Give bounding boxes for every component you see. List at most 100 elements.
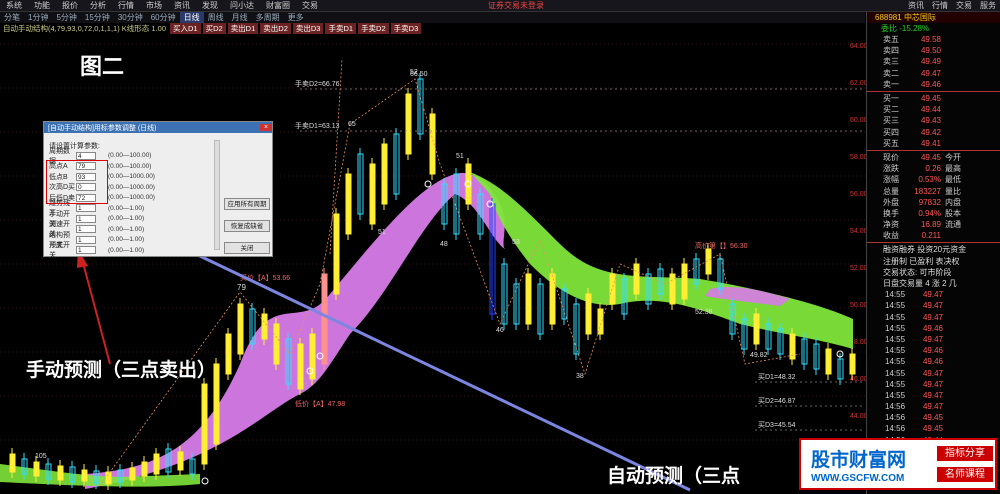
period-tab-6[interactable]: 日线 xyxy=(179,12,204,23)
quote-label2: 流通 xyxy=(945,220,961,230)
bid-row: 买一 49.45 xyxy=(867,93,1000,104)
period-tab-0[interactable]: 分笔 xyxy=(0,12,24,23)
quote-label: 涨跌 xyxy=(883,164,899,174)
menu-right-item-0[interactable]: 资讯 xyxy=(904,0,928,11)
period-tab-2[interactable]: 5分钟 xyxy=(52,12,80,23)
level-label: 手卖D1=63.13 xyxy=(295,121,340,130)
param-range: (0.00—100.00) xyxy=(108,162,152,170)
menu-item-9[interactable]: 财富圈 xyxy=(260,0,296,11)
signal-marker xyxy=(424,180,432,188)
tick-row: 14:55 49.47 xyxy=(867,289,1000,300)
close-icon[interactable]: × xyxy=(260,124,272,131)
price-point-label: 38 xyxy=(576,373,584,380)
restore-default-button[interactable]: 恢复成缺省 xyxy=(224,220,270,232)
tick-time: 14:55 xyxy=(885,334,906,344)
candle-body xyxy=(33,461,40,477)
price-point-label: 46 xyxy=(496,327,504,334)
tick-row: 14:55 49.47 xyxy=(867,334,1000,345)
dialog-titlebar[interactable]: [自动手动结构]用标参数调整 (日线) × xyxy=(44,122,272,133)
menu-item-1[interactable]: 功能 xyxy=(28,0,56,11)
peak-label: 52 xyxy=(410,69,418,76)
candle-body xyxy=(177,451,184,471)
menu-item-2[interactable]: 报价 xyxy=(56,0,84,11)
candle-body xyxy=(9,453,16,473)
note-text: 交易状态: 可市阶段 xyxy=(883,267,952,277)
period-tab-10[interactable]: 更多 xyxy=(284,12,308,23)
menu-item-5[interactable]: 市场 xyxy=(140,0,168,11)
ask-label: 卖一 xyxy=(883,79,899,89)
period-tab-1[interactable]: 1分钟 xyxy=(24,12,52,23)
tick-row: 14:56 49.45 xyxy=(867,423,1000,434)
period-tab-9[interactable]: 多周期 xyxy=(252,12,284,23)
signal-tag: 手卖D2 xyxy=(358,23,389,34)
param-row: 周期数据 4 (0.00—100.00) xyxy=(49,148,151,165)
menu-item-3[interactable]: 分析 xyxy=(84,0,112,11)
ask-price: 49.47 xyxy=(920,68,941,78)
menu-item-10[interactable]: 交易 xyxy=(296,0,324,11)
tick-price: 49.47 xyxy=(922,379,943,389)
price-point-label: 53 xyxy=(512,239,520,246)
menu-item-8[interactable]: 问小达 xyxy=(224,0,260,11)
menu-item-6[interactable]: 资讯 xyxy=(168,0,196,11)
param-input[interactable]: 1 xyxy=(76,214,96,223)
ask-row: 卖二 49.47 xyxy=(867,68,1000,79)
quote-label2: 股本 xyxy=(945,208,961,218)
badge-indicator-share: 指标分享 xyxy=(937,446,993,461)
param-range: (0.00—1.00) xyxy=(108,236,145,243)
login-notice: 证券交易未登录 xyxy=(488,1,544,10)
axis-tick-label: 56.00 xyxy=(850,191,866,198)
period-tab-8[interactable]: 月线 xyxy=(228,12,252,23)
period-tab-5[interactable]: 60分钟 xyxy=(147,12,180,23)
menu-item-0[interactable]: 系统 xyxy=(0,0,28,11)
menu-right-item-1[interactable]: 行情 xyxy=(928,0,952,11)
period-tab-7[interactable]: 周线 xyxy=(204,12,228,23)
candle-body xyxy=(465,163,472,205)
watermark-logo: 股市财富网 WWW.GSCFW.COM 指标分享 名师课程 xyxy=(799,438,997,490)
quote-value: 16.89 xyxy=(920,220,941,230)
note-row: 注册制 已盈利 表决权 xyxy=(867,256,1000,267)
tick-row: 14:55 49.47 xyxy=(867,367,1000,378)
watermark-brand: 股市财富网 xyxy=(811,449,907,471)
quote-label2: 量比 xyxy=(945,186,961,196)
candle-body xyxy=(129,467,136,481)
param-input[interactable]: 4 xyxy=(76,151,96,160)
tick-row: 14:55 49.46 xyxy=(867,356,1000,367)
quote-label2: 今开 xyxy=(945,152,961,162)
candle-body xyxy=(585,293,592,335)
price-point-label: 65 xyxy=(348,121,356,128)
candle-body xyxy=(549,273,556,325)
dialog-scrollbar[interactable] xyxy=(214,140,220,250)
quote-row: 现价 49.45 今开 xyxy=(867,152,1000,163)
param-input[interactable]: 1 xyxy=(76,204,96,212)
quote-value: 0.26 xyxy=(925,164,941,174)
quote-label: 净资 xyxy=(883,220,899,230)
quote-row: 收益 0.211 xyxy=(867,230,1000,241)
indicator-param-dialog[interactable]: [自动手动结构]用标参数调整 (日线) × 请设置计算参数: 周期数据 4 (0.0… xyxy=(43,121,273,259)
tick-time: 14:55 xyxy=(885,357,906,367)
menu-right-item-2[interactable]: 交易 xyxy=(952,0,976,11)
menu-right: 资讯 行情 交易 服务 xyxy=(904,0,1000,11)
menu-item-7[interactable]: 发现 xyxy=(196,0,224,11)
axis-tick-label: 52.00 xyxy=(850,265,866,272)
param-input[interactable]: 1 xyxy=(76,225,96,233)
ask-label: 卖四 xyxy=(883,46,899,56)
menu-right-item-3[interactable]: 服务 xyxy=(976,0,1000,11)
period-tab-4[interactable]: 30分钟 xyxy=(114,12,147,23)
bid-price: 49.41 xyxy=(920,138,941,148)
param-range: (0.00—1.00) xyxy=(108,215,145,222)
param-input[interactable]: 1 xyxy=(76,235,96,244)
tick-price: 49.47 xyxy=(922,301,943,311)
bid-price: 49.42 xyxy=(920,127,941,137)
tick-price: 49.46 xyxy=(922,323,943,333)
menu-item-4[interactable]: 行情 xyxy=(112,0,140,11)
close-button[interactable]: 关闭 xyxy=(224,242,270,254)
price-point-label: 79 xyxy=(237,283,246,292)
kline-chart[interactable]: 64.00 62.00 60.00 58.00 56.00 54.00 52.00 50.00… xyxy=(0,34,866,494)
tick-time: 14:56 xyxy=(885,424,906,434)
candle-body xyxy=(369,163,376,225)
param-input[interactable]: 1 xyxy=(76,246,96,254)
apply-all-periods-button[interactable]: 应用所有周期 xyxy=(224,198,270,210)
period-tab-3[interactable]: 15分钟 xyxy=(81,12,114,23)
badge-teacher-course: 名师课程 xyxy=(937,467,993,482)
quote-panel: 688981 中芯国际 委比 -15.28% 卖五 49.58 卖四 49.50 卖三 4… xyxy=(866,12,1000,494)
